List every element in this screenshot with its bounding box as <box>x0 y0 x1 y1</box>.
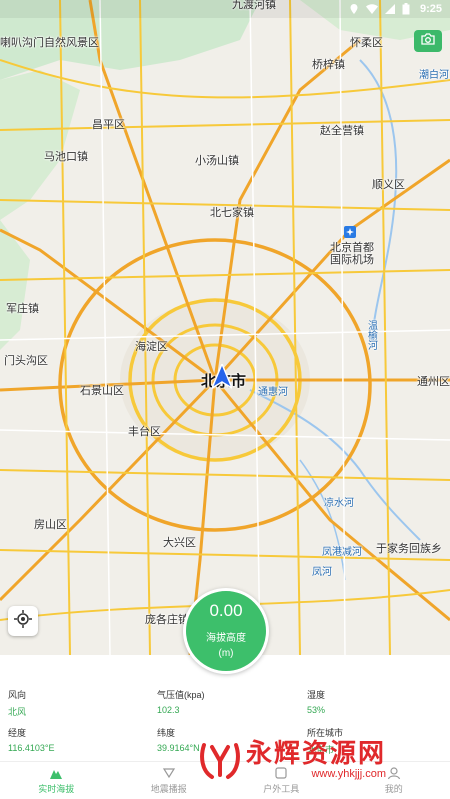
map-view[interactable]: 九渡河镇 喇叭沟门自然风景区 怀柔区 桥梓镇 昌平区 赵全营镇 马池口镇 小汤山… <box>0 0 450 655</box>
pressure-value: 102.3 <box>157 705 180 715</box>
watermark-logo-icon <box>198 737 242 781</box>
pressure-cell: 气压值(kpa) 102.3 <box>157 688 205 715</box>
map-label: 北七家镇 <box>210 207 254 219</box>
humidity-label: 湿度 <box>307 690 326 700</box>
watermark-url: www.yhkjjj.com <box>311 768 387 780</box>
map-label-water: 凤河 <box>312 567 332 578</box>
tab-label: 户外工具 <box>263 784 300 794</box>
status-bar: 9:25 <box>0 0 450 18</box>
map-label: 丰台区 <box>128 426 161 438</box>
latitude-cell: 纬度 39.9164°N <box>157 726 200 753</box>
battery-icon <box>402 3 414 15</box>
status-time: 9:25 <box>419 3 442 15</box>
map-label-water: 温榆河 <box>368 321 378 352</box>
map-label: 顺义区 <box>372 179 405 191</box>
tab-label: 地震播报 <box>150 784 187 794</box>
altitude-display: 0.00 海拔高度 (m) <box>183 588 269 674</box>
tab-label: 我的 <box>384 784 403 794</box>
humidity-cell: 湿度 53% <box>307 688 325 715</box>
map-label: 石景山区 <box>80 385 124 397</box>
map-label: 赵全营镇 <box>320 125 364 137</box>
map-label: 于家务回族乡 <box>376 543 442 555</box>
map-label-water: 凉水河 <box>324 498 354 509</box>
camera-button[interactable] <box>414 30 442 52</box>
map-label-water: 凤港减河 <box>322 547 362 558</box>
map-label: 小汤山镇 <box>195 155 239 167</box>
map-label-water: 潮白河 <box>419 70 449 81</box>
map-label: 喇叭沟门自然风景区 <box>0 37 99 49</box>
wind-cell: 风向 北风 <box>8 688 26 718</box>
altitude-unit: (m) <box>218 648 234 659</box>
tab-altitude[interactable]: 实时海拔 <box>0 762 113 799</box>
map-label: 通州区 <box>417 376 450 388</box>
map-label: 昌平区 <box>92 119 125 131</box>
map-label: 大兴区 <box>163 537 196 549</box>
latitude-value: 39.9164°N <box>157 743 200 753</box>
earthquake-icon <box>162 766 176 780</box>
map-label: 军庄镇 <box>6 303 39 315</box>
pressure-label: 气压值(kpa) <box>157 690 205 700</box>
altitude-value: 0.00 <box>209 601 243 620</box>
watermark-text: 永辉资源网 <box>246 738 387 768</box>
map-label: 门头沟区 <box>4 355 48 367</box>
map-label: 怀柔区 <box>350 37 383 49</box>
map-roads <box>0 0 450 655</box>
camera-icon <box>421 32 435 50</box>
tab-label: 实时海拔 <box>38 784 75 794</box>
location-status-icon <box>348 3 360 15</box>
map-label-water: 通惠河 <box>258 387 288 398</box>
longitude-cell: 经度 116.4103°E <box>8 726 54 753</box>
longitude-label: 经度 <box>8 728 27 738</box>
altitude-label-text: 海拔高度 <box>206 633 246 644</box>
humidity-value: 53% <box>307 705 326 715</box>
crosshair-icon <box>14 609 32 633</box>
latitude-label: 纬度 <box>157 728 176 738</box>
map-label: 马池口镇 <box>44 151 88 163</box>
map-label: 北京首都国际机场 <box>330 242 374 266</box>
watermark: 永辉资源网 www.yhkjjj.com <box>198 737 386 781</box>
locate-button[interactable] <box>8 606 38 636</box>
wifi-icon <box>365 3 378 15</box>
wind-value: 北风 <box>8 707 27 717</box>
user-icon <box>387 766 401 780</box>
longitude-value: 116.4103°E <box>8 743 55 753</box>
mountain-icon <box>49 766 63 780</box>
wind-label: 风向 <box>8 690 27 700</box>
map-label: 房山区 <box>34 519 67 531</box>
signal-icon <box>384 3 396 15</box>
map-label: 海淀区 <box>135 341 168 353</box>
altitude-label: 海拔高度 (m) <box>206 631 246 661</box>
map-label: 桥梓镇 <box>312 59 345 71</box>
